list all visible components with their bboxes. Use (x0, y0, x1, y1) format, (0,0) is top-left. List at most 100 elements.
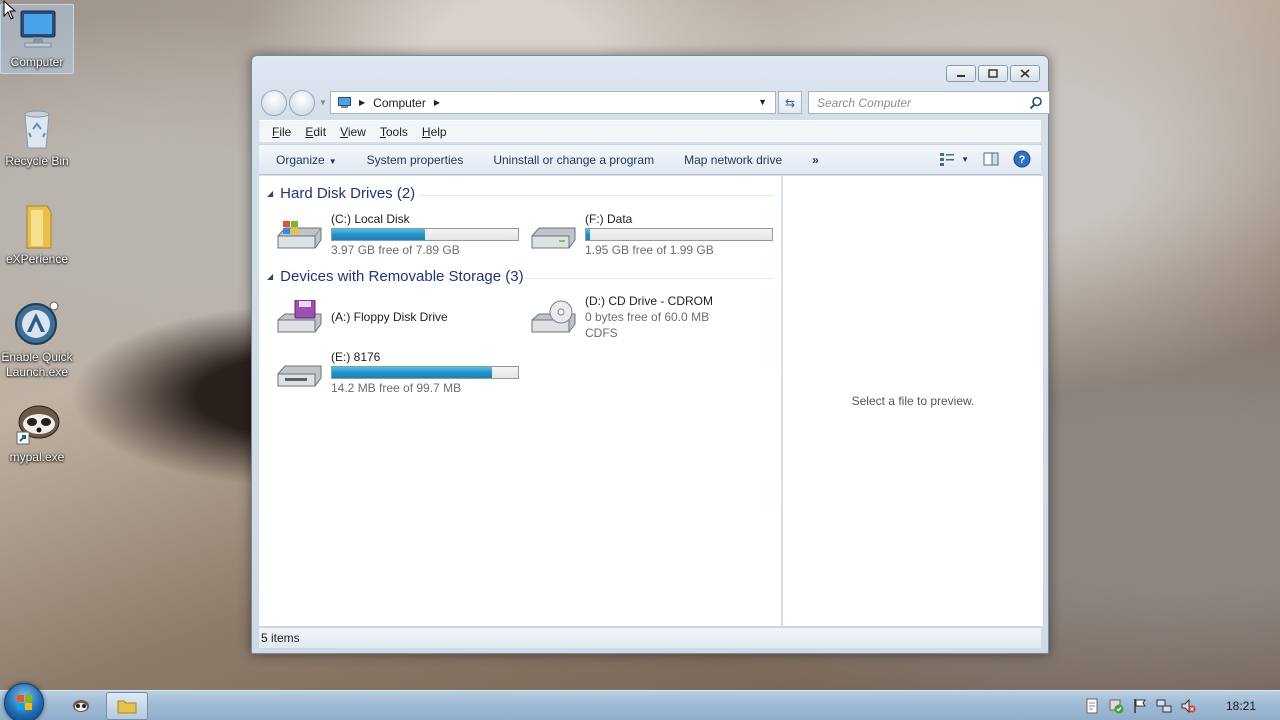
volume-muted-icon[interactable] (1180, 698, 1196, 714)
desktop-icon-mypal[interactable]: mypal.exe (0, 400, 74, 465)
address-dropdown-icon[interactable]: ▼ (758, 97, 767, 107)
drive-c[interactable]: (C:) Local Disk 3.97 GB free of 7.89 GB (275, 212, 520, 260)
address-bar[interactable]: ▶ Computer ▶ ▼ (330, 91, 776, 114)
cd-drive-icon (531, 300, 576, 333)
mypal-icon (13, 400, 61, 448)
preview-placeholder-text: Select a file to preview. (851, 394, 975, 408)
windows-drive-icon (277, 221, 322, 249)
drive-a[interactable]: (A:) Floppy Disk Drive (275, 294, 520, 342)
menu-edit[interactable]: Edit (305, 125, 326, 139)
help-icon[interactable]: ? (1013, 150, 1031, 168)
menu-bar: File Edit View Tools Help (259, 120, 1041, 142)
minimize-button[interactable] (946, 65, 976, 82)
collapse-group-icon[interactable]: ◢ (267, 272, 273, 281)
system-tray: 18:21 (1084, 691, 1280, 720)
group-heading: Hard Disk Drives (2) (280, 185, 416, 202)
desktop-icon-label: Computer (10, 55, 64, 69)
taskbar: 18:21 (0, 683, 1280, 720)
quick-launch-icon (13, 300, 61, 348)
search-input[interactable]: Search Computer (808, 91, 1050, 114)
recycle-bin-icon (13, 104, 61, 152)
file-list-pane: ◢ Hard Disk Drives (2) (C:) Local Disk 3… (259, 176, 781, 626)
removable-drive-icon (277, 365, 322, 387)
breadcrumb-arrow-icon[interactable]: ▶ (359, 98, 365, 107)
mouse-cursor-icon (3, 0, 17, 20)
drive-f[interactable]: (F:) Data 1.95 GB free of 1.99 GB (529, 212, 774, 260)
menu-tools[interactable]: Tools (380, 125, 408, 139)
view-options-icon (940, 153, 955, 166)
system-properties-button[interactable]: System properties (367, 153, 464, 167)
collapse-group-icon[interactable]: ◢ (267, 189, 273, 198)
organize-button[interactable]: Organize ▼ (276, 153, 337, 167)
view-controls: ▼ ? (939, 150, 1031, 168)
drive-name: (E:) 8176 (331, 350, 381, 364)
close-icon (1020, 69, 1030, 78)
usage-fill (586, 229, 590, 240)
drive-name: (F:) Data (585, 212, 633, 226)
drive-usage-bar (331, 366, 519, 379)
preview-pane: Select a file to preview. (782, 176, 1043, 626)
action-center-flag-icon[interactable] (1132, 698, 1148, 714)
drive-name: (A:) Floppy Disk Drive (331, 310, 448, 324)
drive-e[interactable]: (E:) 8176 14.2 MB free of 99.7 MB (275, 350, 520, 398)
menu-help[interactable]: Help (422, 125, 447, 139)
folder-icon (117, 700, 137, 714)
group-removable-storage[interactable]: ◢ Devices with Removable Storage (3) (267, 268, 524, 285)
navigation-row: ▼ ▶ Computer ▶ ▼ ⇆ Search Computer (260, 89, 1050, 116)
network-icon[interactable] (1156, 698, 1172, 714)
forward-button[interactable] (289, 90, 315, 116)
usage-fill (332, 367, 492, 378)
refresh-button[interactable]: ⇆ (778, 91, 802, 114)
desktop-icon-experience[interactable]: eXPerience (0, 202, 74, 267)
more-commands-button[interactable]: » (812, 153, 819, 167)
group-hard-disk-drives[interactable]: ◢ Hard Disk Drives (2) (267, 185, 415, 202)
chevron-down-icon: ▼ (328, 156, 337, 166)
desktop-icon-label: Recycle Bin (5, 154, 69, 168)
maximize-button[interactable] (978, 65, 1008, 82)
drive-name: (D:) CD Drive - CDROM (585, 294, 713, 308)
document-icon[interactable] (1084, 698, 1100, 714)
clock[interactable]: 18:21 (1226, 699, 1256, 713)
taskbar-explorer[interactable] (106, 692, 148, 720)
close-button[interactable] (1010, 65, 1040, 82)
drive-d[interactable]: (D:) CD Drive - CDROM 0 bytes free of 60… (529, 294, 774, 342)
menu-view[interactable]: View (340, 125, 366, 139)
computer-icon (13, 5, 61, 53)
usage-fill (332, 229, 425, 240)
svg-text:?: ? (1019, 154, 1026, 166)
breadcrumb-computer[interactable]: Computer (373, 96, 426, 110)
breadcrumb-arrow-icon[interactable]: ▶ (434, 98, 440, 107)
change-view-button[interactable]: ▼ (939, 152, 969, 166)
taskbar-mypal[interactable] (60, 692, 102, 720)
security-check-icon[interactable] (1108, 698, 1124, 714)
map-network-drive-button[interactable]: Map network drive (684, 153, 782, 167)
group-heading: Devices with Removable Storage (3) (280, 268, 524, 285)
explorer-window: ▼ ▶ Computer ▶ ▼ ⇆ Search Computer File … (251, 55, 1050, 654)
drive-free-space: 0 bytes free of 60.0 MB (585, 310, 710, 324)
chevron-down-icon: ▼ (961, 154, 969, 164)
start-button[interactable] (4, 683, 44, 720)
desktop-icon-label: mypal.exe (9, 450, 65, 464)
group-divider (419, 195, 773, 196)
back-button[interactable] (261, 90, 287, 116)
search-icon[interactable] (1029, 96, 1043, 110)
drive-free-space: 14.2 MB free of 99.7 MB (331, 381, 462, 395)
drive-usage-bar (585, 228, 773, 241)
windows-logo-icon (17, 695, 32, 710)
maximize-icon (988, 69, 998, 78)
drive-free-space: 1.95 GB free of 1.99 GB (585, 243, 714, 257)
desktop-icon-recycle-bin[interactable]: Recycle Bin (0, 104, 74, 169)
refresh-icon: ⇆ (784, 95, 796, 110)
desktop-icon-label: Enable Quick Launch.exe (1, 350, 73, 379)
menu-file[interactable]: File (272, 125, 291, 139)
group-divider (524, 278, 773, 279)
hard-drive-icon (531, 227, 576, 249)
desktop-icon-enable-quick-launch[interactable]: Enable Quick Launch.exe (0, 300, 74, 380)
recent-pages-dropdown[interactable]: ▼ (319, 98, 327, 107)
mypal-icon (73, 700, 89, 712)
drive-usage-bar (331, 228, 519, 241)
uninstall-program-button[interactable]: Uninstall or change a program (493, 153, 654, 167)
search-placeholder: Search Computer (817, 95, 912, 110)
preview-pane-icon[interactable] (983, 152, 999, 166)
organize-label: Organize (276, 152, 325, 167)
